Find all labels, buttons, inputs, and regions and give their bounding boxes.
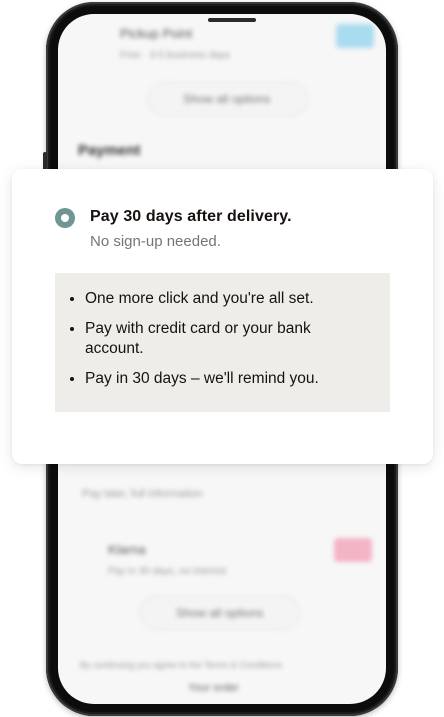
show-all-options-label: Show all options (176, 606, 264, 620)
payment-section-heading: Payment (78, 142, 141, 159)
terms-text: By continuing you agree to the Terms & C… (80, 660, 282, 670)
benefits-list: One more click and you're all set. Pay w… (69, 289, 372, 389)
payment-option-radio[interactable] (55, 208, 75, 228)
stage: Pickup Point Free · 3-5 business days Sh… (0, 0, 444, 717)
footer-label: Your order (188, 682, 239, 694)
delivery-option-label: Pickup Point (120, 26, 193, 41)
benefit-item: Pay in 30 days – we'll remind you. (69, 369, 372, 389)
field-hint: Pay later, full information (82, 488, 203, 500)
benefits-box: One more click and you're all set. Pay w… (55, 273, 390, 412)
phone-speaker (208, 18, 256, 22)
alt-option-detail: Pay in 30 days, no interest (108, 566, 226, 577)
klarna-badge (334, 538, 372, 562)
payment-option-card: Pay 30 days after delivery. No sign-up n… (12, 169, 433, 464)
delivery-badge (336, 24, 374, 48)
benefit-item: One more click and you're all set. (69, 289, 372, 309)
benefit-item: Pay with credit card or your bank accoun… (69, 319, 372, 359)
alt-option-label: Klarna (108, 542, 146, 557)
payment-option-subtitle: No sign-up needed. (90, 233, 221, 250)
show-all-options-label: Show all options (183, 92, 271, 106)
delivery-option-detail: Free · 3-5 business days (120, 50, 231, 61)
payment-option-title[interactable]: Pay 30 days after delivery. (90, 208, 292, 226)
